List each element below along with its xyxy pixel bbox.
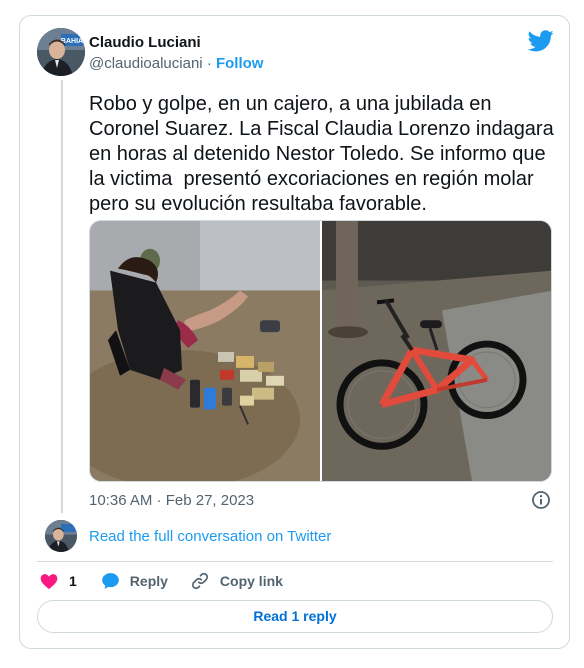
read-full-conversation-link[interactable]: Read the full conversation on Twitter xyxy=(89,528,331,545)
reply-label: Reply xyxy=(129,573,168,589)
photo-detained-suspect[interactable] xyxy=(90,221,320,481)
twitter-bird-icon[interactable] xyxy=(528,30,554,52)
like-count: 1 xyxy=(69,573,77,589)
follow-button[interactable]: Follow xyxy=(216,55,264,72)
reply-bubble-icon xyxy=(101,573,119,589)
separator-dot: · xyxy=(206,55,212,72)
tweet-timestamp[interactable]: 10:36 AM · Feb 27, 2023 xyxy=(89,492,254,509)
tweet-text: Robo y golpe, en un cajero, a una jubila… xyxy=(89,93,560,215)
link-icon xyxy=(191,572,208,590)
tweet-media[interactable] xyxy=(89,220,552,482)
copy-link-label: Copy link xyxy=(219,573,283,589)
author-handle-row: @claudioaluciani · Follow xyxy=(89,55,263,72)
read-replies-button[interactable]: Read 1 reply xyxy=(37,600,553,633)
thread-line xyxy=(61,80,63,513)
copy-link-button[interactable]: Copy link xyxy=(190,571,283,591)
photo-red-bicycle[interactable] xyxy=(322,221,552,481)
author-avatar[interactable]: BAHIA xyxy=(37,28,85,76)
action-bar: 1 Reply Copy link xyxy=(39,570,283,592)
heart-icon xyxy=(40,574,58,589)
conversation-avatar[interactable] xyxy=(45,520,77,552)
info-icon[interactable] xyxy=(531,490,551,510)
reply-button[interactable]: Reply xyxy=(100,571,168,591)
divider xyxy=(37,561,553,562)
like-button[interactable]: 1 xyxy=(39,571,77,591)
author-handle[interactable]: @claudioaluciani xyxy=(89,55,203,72)
author-name[interactable]: Claudio Luciani xyxy=(89,34,201,51)
